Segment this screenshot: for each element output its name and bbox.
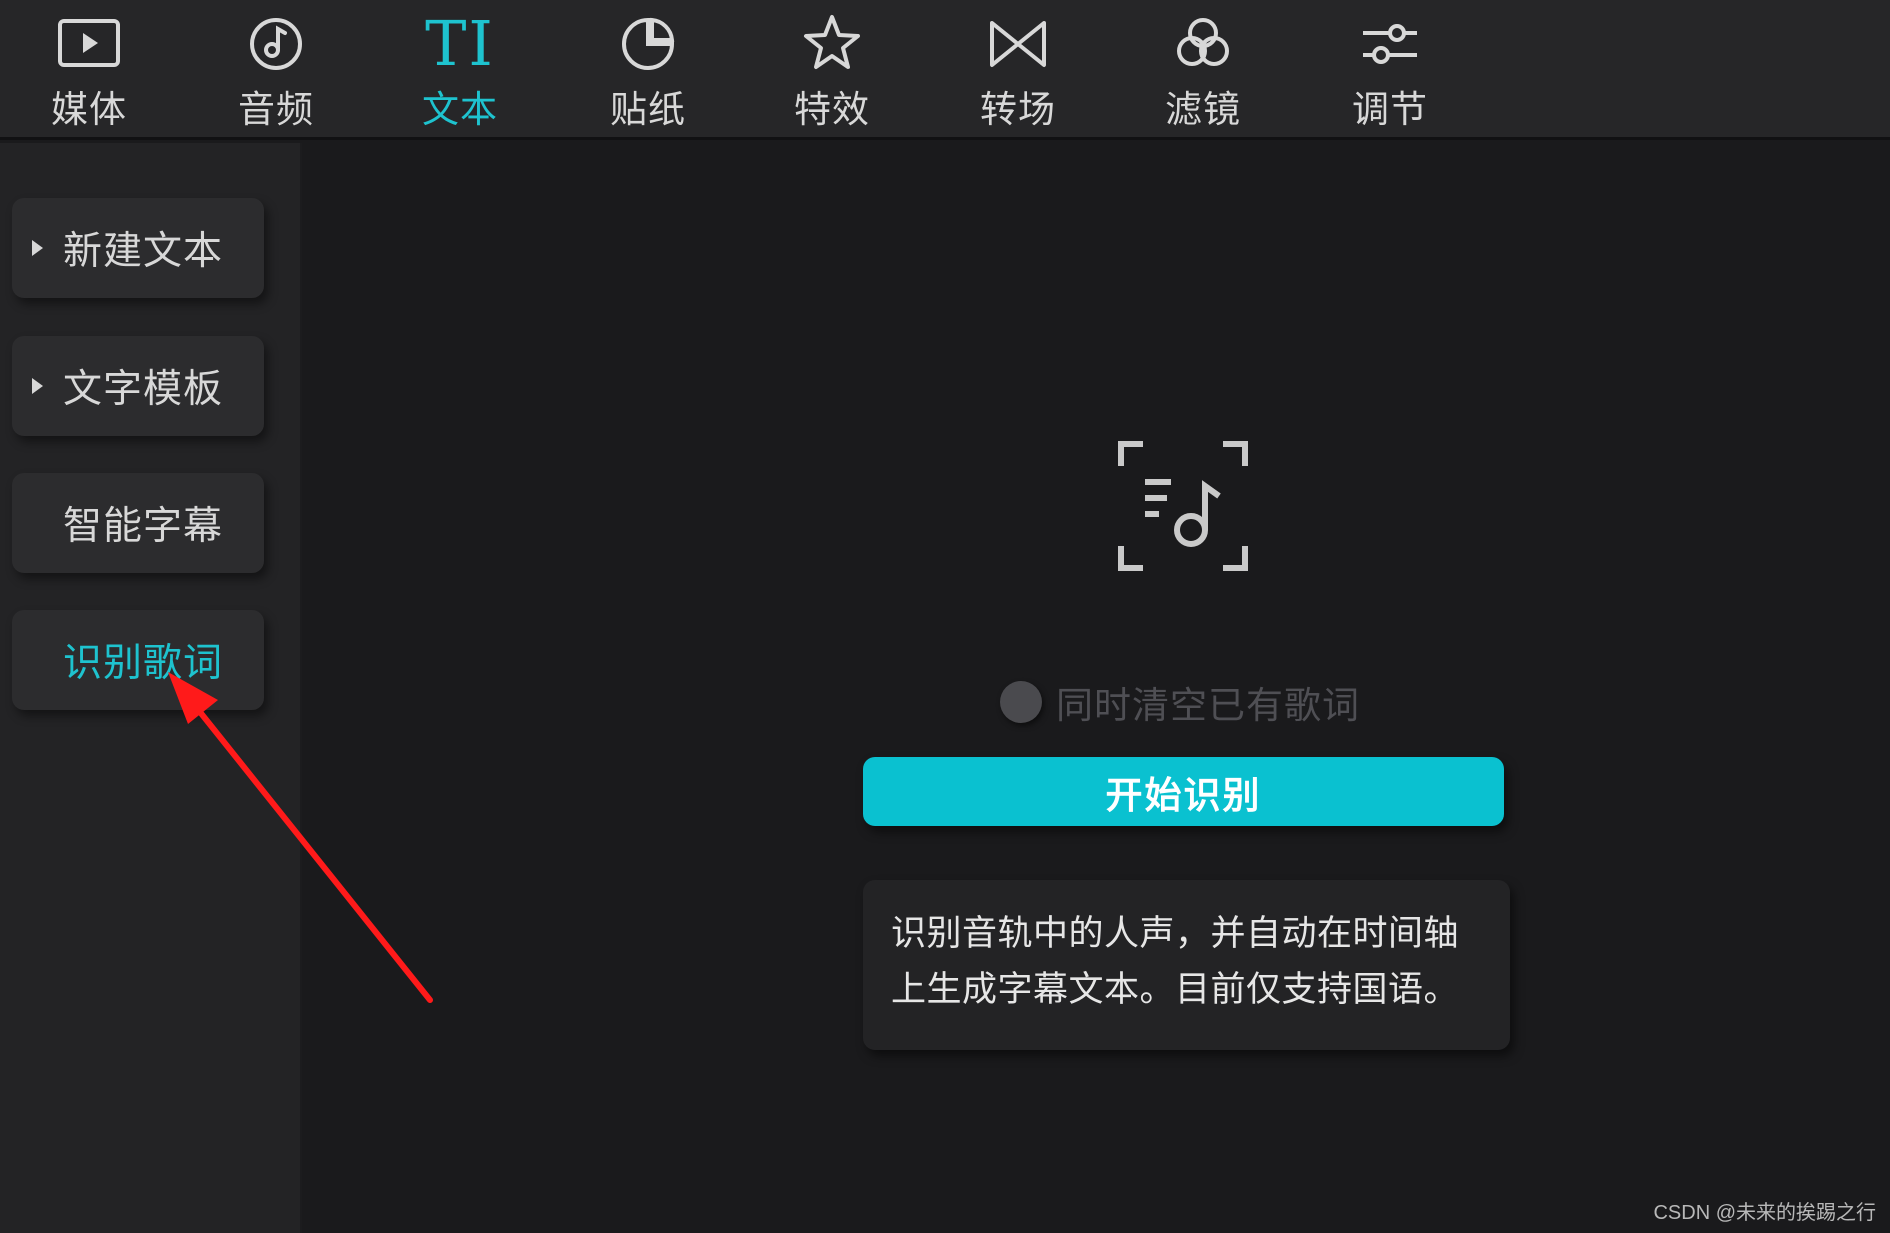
description-box: 识别音轨中的人声，并自动在时间轴上生成字幕文本。目前仅支持国语。 bbox=[863, 880, 1510, 1050]
sidebar-item-recognize-lyrics[interactable]: 识别歌词 bbox=[12, 610, 264, 710]
sidebar-item-label: 智能字幕 bbox=[63, 504, 224, 549]
effects-icon bbox=[787, 6, 877, 82]
sidebar-item-label: 文字模板 bbox=[63, 367, 224, 412]
top-toolbar: 媒体 音频 TI 文本 贴纸 特效 转场 滤镜 调节 bbox=[0, 0, 1890, 140]
text-icon: TI bbox=[415, 6, 505, 82]
clear-lyrics-checkbox[interactable] bbox=[1000, 681, 1042, 723]
media-icon bbox=[44, 6, 134, 82]
tab-filter-label: 滤镜 bbox=[1165, 88, 1241, 131]
tab-audio-label: 音频 bbox=[238, 88, 314, 131]
sidebar-item-new-text[interactable]: 新建文本 bbox=[12, 198, 264, 298]
tab-text-label: 文本 bbox=[422, 88, 498, 131]
tab-adjust[interactable]: 调节 bbox=[1297, 0, 1483, 140]
filter-icon bbox=[1158, 6, 1248, 82]
tab-filter[interactable]: 滤镜 bbox=[1110, 0, 1296, 140]
tab-effects[interactable]: 特效 bbox=[739, 0, 925, 140]
sidebar: 新建文本 文字模板 智能字幕 识别歌词 bbox=[0, 143, 302, 1233]
tab-media[interactable]: 媒体 bbox=[0, 0, 182, 140]
audio-icon bbox=[231, 6, 321, 82]
tab-sticker[interactable]: 贴纸 bbox=[555, 0, 741, 140]
tab-sticker-label: 贴纸 bbox=[610, 88, 686, 131]
watermark: CSDN @未来的挨踢之行 bbox=[1653, 1202, 1876, 1224]
sidebar-item-smart-subtitles[interactable]: 智能字幕 bbox=[12, 473, 264, 573]
tab-effects-label: 特效 bbox=[794, 88, 870, 131]
clear-lyrics-label: 同时清空已有歌词 bbox=[1056, 684, 1360, 727]
app-window: 媒体 音频 TI 文本 贴纸 特效 转场 滤镜 调节 新建文本 文字模板 智能字… bbox=[0, 0, 1890, 1233]
sticker-icon bbox=[603, 6, 693, 82]
tab-audio[interactable]: 音频 bbox=[183, 0, 369, 140]
start-recognition-button[interactable]: 开始识别 bbox=[863, 757, 1504, 826]
sidebar-item-label: 新建文本 bbox=[63, 229, 224, 274]
adjust-icon bbox=[1345, 6, 1435, 82]
transition-icon bbox=[973, 6, 1063, 82]
sidebar-item-label: 识别歌词 bbox=[63, 641, 224, 686]
expand-arrow-icon bbox=[32, 240, 43, 256]
tab-text[interactable]: TI 文本 bbox=[367, 0, 553, 140]
expand-arrow-icon bbox=[32, 378, 43, 394]
text-icon-glyph: TI bbox=[425, 7, 495, 80]
clear-existing-lyrics-option[interactable]: 同时清空已有歌词 bbox=[1000, 678, 1360, 727]
description-text: 识别音轨中的人声，并自动在时间轴上生成字幕文本。目前仅支持国语。 bbox=[891, 914, 1460, 1010]
tab-media-label: 媒体 bbox=[51, 88, 127, 131]
sidebar-item-text-template[interactable]: 文字模板 bbox=[12, 336, 264, 436]
lyrics-recognition-icon bbox=[1118, 441, 1248, 571]
tab-transition-label: 转场 bbox=[980, 88, 1056, 131]
tab-transition[interactable]: 转场 bbox=[925, 0, 1111, 140]
tab-adjust-label: 调节 bbox=[1352, 88, 1428, 131]
